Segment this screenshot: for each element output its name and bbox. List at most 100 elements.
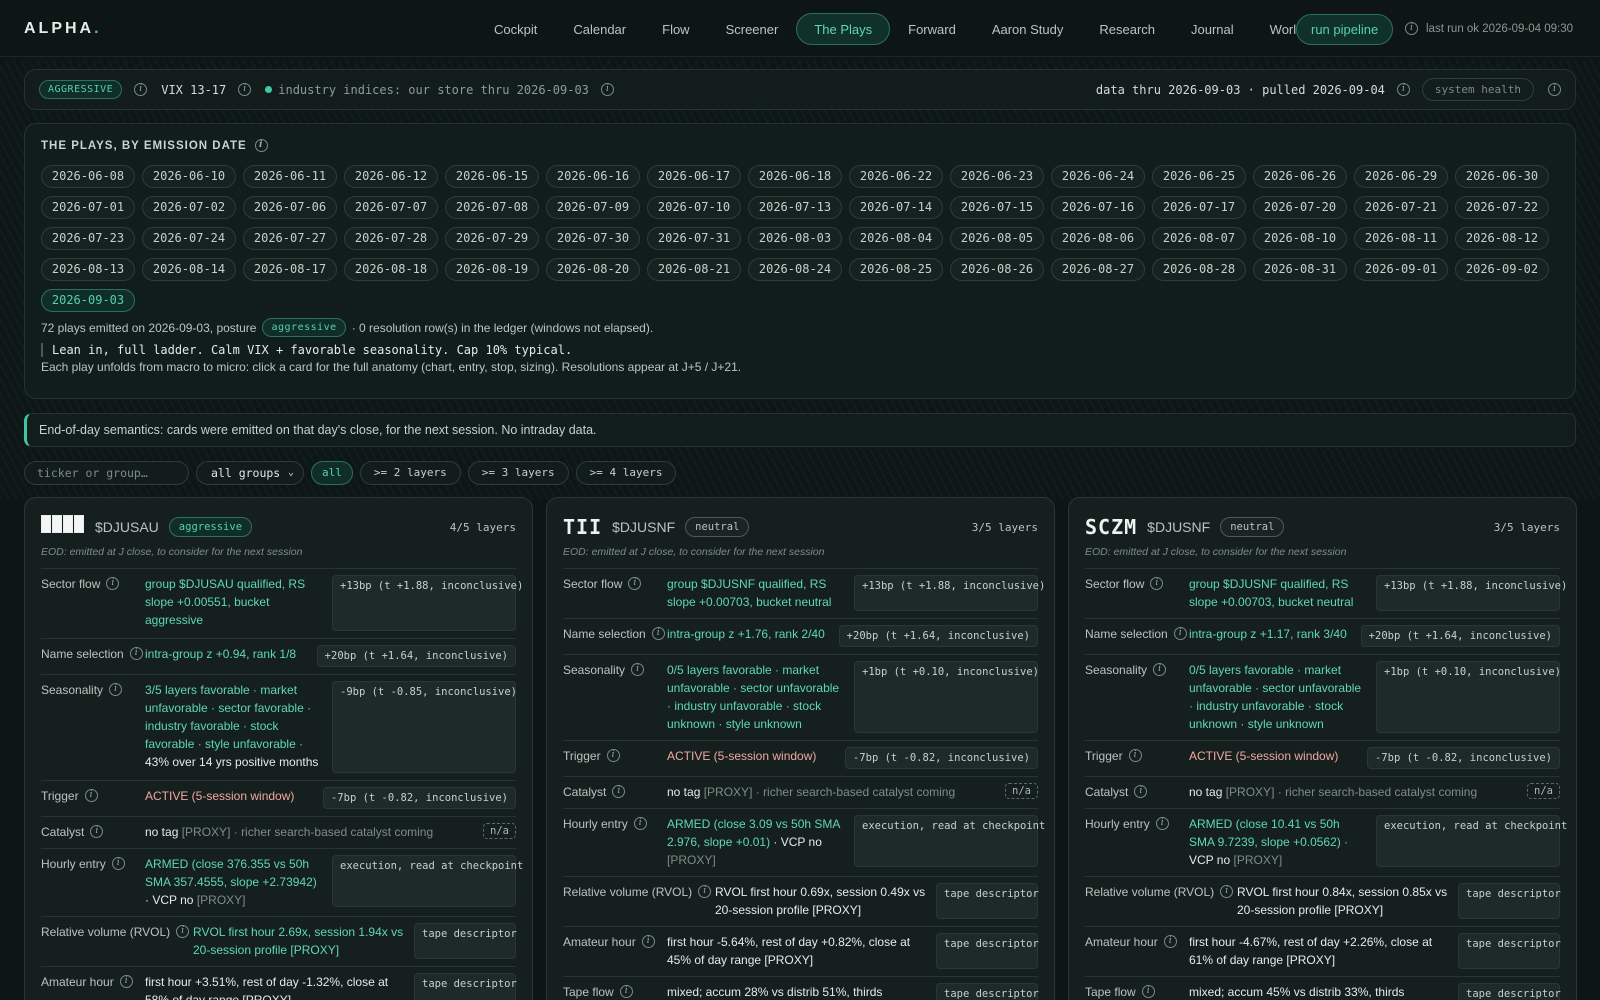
date-pill[interactable]: 2026-06-12 (344, 165, 438, 188)
play-card[interactable]: SCZM $DJUSNF neutral 3/5 layers EOD: emitted… (1068, 497, 1577, 1000)
date-pill[interactable]: 2026-07-17 (1152, 196, 1246, 219)
date-pill[interactable]: 2026-07-13 (748, 196, 842, 219)
info-icon[interactable]: i (238, 83, 252, 96)
date-pill[interactable]: 2026-06-25 (1152, 165, 1246, 188)
date-pill[interactable]: 2026-07-22 (1455, 196, 1549, 219)
info-icon[interactable]: i (1141, 985, 1155, 998)
info-icon[interactable]: i (134, 83, 148, 96)
date-pill[interactable]: 2026-08-21 (647, 258, 741, 281)
info-icon[interactable]: i (1150, 577, 1164, 590)
logo[interactable]: ALPHA. (24, 20, 102, 38)
date-pill[interactable]: 2026-07-16 (1051, 196, 1145, 219)
date-pill[interactable]: 2026-07-01 (41, 196, 135, 219)
date-pill[interactable]: 2026-08-31 (1253, 258, 1347, 281)
date-pill[interactable]: 2026-07-31 (647, 227, 741, 250)
date-pill[interactable]: 2026-07-15 (950, 196, 1044, 219)
date-pill[interactable]: 2026-07-08 (445, 196, 539, 219)
layer-filter-pill[interactable]: >= 4 layers (575, 461, 677, 485)
date-pill[interactable]: 2026-06-26 (1253, 165, 1347, 188)
date-pill[interactable]: 2026-08-10 (1253, 227, 1347, 250)
date-pill[interactable]: 2026-08-18 (344, 258, 438, 281)
date-pill[interactable]: 2026-07-02 (142, 196, 236, 219)
date-pill[interactable]: 2026-09-02 (1455, 258, 1549, 281)
info-icon[interactable]: i (641, 935, 655, 948)
info-icon[interactable]: i (1153, 663, 1167, 676)
date-pill[interactable]: 2026-06-24 (1051, 165, 1145, 188)
date-pill[interactable]: 2026-08-19 (445, 258, 539, 281)
date-pill[interactable]: 2026-08-26 (950, 258, 1044, 281)
info-icon[interactable]: i (1163, 935, 1177, 948)
date-pill[interactable]: 2026-08-13 (41, 258, 135, 281)
date-pill[interactable]: 2026-06-11 (243, 165, 337, 188)
date-pill[interactable]: 2026-08-20 (546, 258, 640, 281)
info-icon[interactable]: i (698, 885, 712, 898)
info-icon[interactable]: i (631, 663, 645, 676)
layer-filter-pill[interactable]: >= 3 layers (467, 461, 569, 485)
ticker-search-input[interactable]: ticker or group… (24, 461, 189, 485)
nav-item-calendar[interactable]: Calendar (555, 13, 644, 45)
date-pill[interactable]: 2026-07-27 (243, 227, 337, 250)
info-icon[interactable]: i (606, 749, 620, 762)
system-health-button[interactable]: system health (1421, 78, 1534, 101)
date-pill[interactable]: 2026-06-10 (142, 165, 236, 188)
date-pill[interactable]: 2026-06-18 (748, 165, 842, 188)
date-pill[interactable]: 2026-08-07 (1152, 227, 1246, 250)
date-pill[interactable]: 2026-07-29 (445, 227, 539, 250)
info-icon[interactable]: i (1134, 785, 1148, 798)
date-pill[interactable]: 2026-08-24 (748, 258, 842, 281)
info-icon[interactable]: i (600, 83, 614, 96)
info-icon[interactable]: i (129, 647, 143, 660)
date-pill[interactable]: 2026-07-23 (41, 227, 135, 250)
info-icon[interactable]: i (90, 825, 104, 838)
date-pill[interactable]: 2026-08-17 (243, 258, 337, 281)
info-icon[interactable]: i (1396, 83, 1410, 96)
date-pill[interactable]: 2026-08-25 (849, 258, 943, 281)
date-pill[interactable]: 2026-08-05 (950, 227, 1044, 250)
date-pill[interactable]: 2026-09-01 (1354, 258, 1448, 281)
info-icon[interactable]: i (1220, 885, 1234, 898)
nav-item-forward[interactable]: Forward (890, 13, 974, 45)
layer-filter-pill[interactable]: >= 2 layers (359, 461, 461, 485)
nav-item-cockpit[interactable]: Cockpit (476, 13, 555, 45)
date-pill[interactable]: 2026-07-24 (142, 227, 236, 250)
date-pill[interactable]: 2026-06-29 (1354, 165, 1448, 188)
info-icon[interactable]: i (651, 627, 665, 640)
date-pill[interactable]: 2026-07-09 (546, 196, 640, 219)
nav-item-research[interactable]: Research (1081, 13, 1173, 45)
date-pill[interactable]: 2026-08-27 (1051, 258, 1145, 281)
date-pill[interactable]: 2026-08-11 (1354, 227, 1448, 250)
info-icon[interactable]: i (633, 817, 647, 830)
info-icon[interactable]: i (254, 139, 268, 152)
info-icon[interactable]: i (1405, 22, 1418, 35)
date-pill[interactable]: 2026-08-28 (1152, 258, 1246, 281)
info-icon[interactable]: i (176, 925, 190, 938)
nav-item-flow[interactable]: Flow (644, 13, 707, 45)
nav-item-the-plays[interactable]: The Plays (796, 13, 891, 45)
info-icon[interactable]: i (119, 975, 133, 988)
nav-item-aaron-study[interactable]: Aaron Study (974, 13, 1082, 45)
layer-filter-pill[interactable]: all (311, 461, 353, 485)
info-icon[interactable]: i (1548, 83, 1561, 96)
nav-item-journal[interactable]: Journal (1173, 13, 1252, 45)
date-pill[interactable]: 2026-06-23 (950, 165, 1044, 188)
nav-item-screener[interactable]: Screener (708, 13, 797, 45)
date-pill[interactable]: 2026-07-20 (1253, 196, 1347, 219)
info-icon[interactable]: i (1173, 627, 1187, 640)
info-icon[interactable]: i (628, 577, 642, 590)
date-pill[interactable]: 2026-08-03 (748, 227, 842, 250)
info-icon[interactable]: i (1128, 749, 1142, 762)
group-select[interactable]: all groups ⌄ (196, 461, 304, 485)
date-pill[interactable]: 2026-06-16 (546, 165, 640, 188)
info-icon[interactable]: i (106, 577, 120, 590)
date-pill[interactable]: 2026-06-17 (647, 165, 741, 188)
info-icon[interactable]: i (109, 683, 123, 696)
play-card[interactable]: $DJUSAU aggressive 4/5 layers EOD: emitted … (24, 497, 533, 1000)
info-icon[interactable]: i (612, 785, 626, 798)
date-pill[interactable]: 2026-06-22 (849, 165, 943, 188)
date-pill[interactable]: 2026-07-21 (1354, 196, 1448, 219)
date-pill[interactable]: 2026-08-12 (1455, 227, 1549, 250)
date-pill[interactable]: 2026-07-10 (647, 196, 741, 219)
info-icon[interactable]: i (1155, 817, 1169, 830)
date-pill[interactable]: 2026-08-04 (849, 227, 943, 250)
date-pill[interactable]: 2026-07-14 (849, 196, 943, 219)
